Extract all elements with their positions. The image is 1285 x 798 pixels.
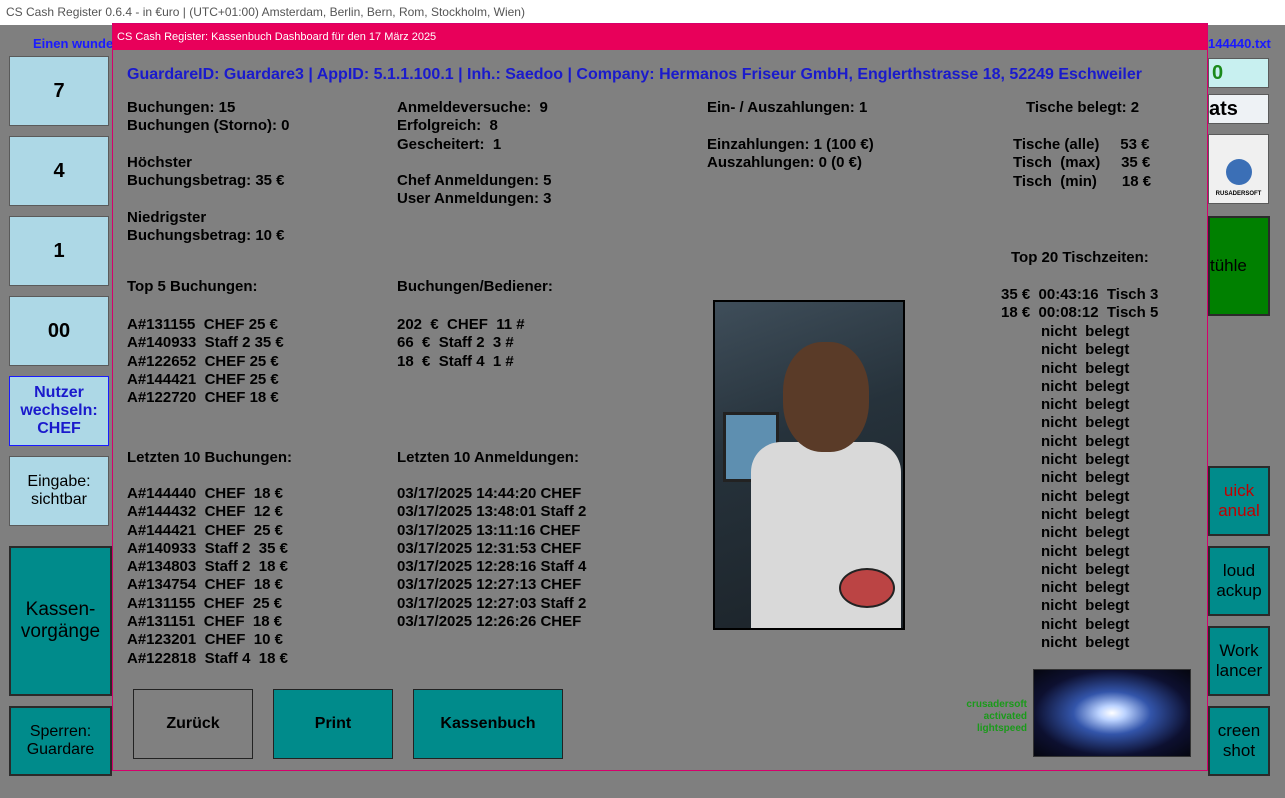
logo-text: RUSADERSOFT xyxy=(1215,191,1262,197)
key-1[interactable]: 1 xyxy=(9,216,109,286)
booking-stats: Buchungen: 15 Buchungen (Storno): 0 Höch… xyxy=(127,99,290,245)
lightspeed-label: crusadersoft activated lightspeed xyxy=(966,699,1027,734)
last10-heading: Letzten 10 Buchungen: xyxy=(127,449,293,466)
kassenvorgaenge-button[interactable]: Kassen-vorgänge xyxy=(9,546,112,696)
dashboard-dialog: CS Cash Register: Kassenbuch Dashboard f… xyxy=(112,23,1208,771)
company-info-line: GuardareID: Guardare3 | AppID: 5.1.1.100… xyxy=(127,66,1142,83)
tischzeiten-rest: nicht belegt nicht belegt nicht belegt n… xyxy=(1041,323,1130,652)
cash-in-out-stats: Ein- / Auszahlungen: 1 Einzahlungen: 1 (… xyxy=(707,99,874,171)
right-value-display: 0 xyxy=(1208,58,1269,88)
stuehle-button[interactable]: tühle xyxy=(1208,216,1270,316)
top5-list: A#131155 CHEF 25 € A#140933 Staff 2 35 €… xyxy=(127,316,284,407)
screenshot-button[interactable]: creen shot xyxy=(1208,706,1270,776)
logins-list: 03/17/2025 14:44:20 CHEF 03/17/2025 13:4… xyxy=(397,485,587,631)
logins-heading: Letzten 10 Anmeldungen: xyxy=(397,449,579,466)
key-00[interactable]: 00 xyxy=(9,296,109,366)
bediener-list: 202 € CHEF 11 # 66 € Staff 2 3 # 18 € St… xyxy=(397,316,525,370)
tischzeiten-top: 35 € 00:43:16 Tisch 3 18 € 00:08:12 Tisc… xyxy=(1001,286,1159,322)
scientist-photo xyxy=(713,300,905,630)
user-switch-button[interactable]: Nutzer wechseln: CHEF xyxy=(9,376,109,446)
park-logo-graphic xyxy=(839,568,895,608)
top5-heading: Top 5 Buchungen: xyxy=(127,278,258,295)
file-name-label: 144440.txt xyxy=(1208,36,1271,51)
window-title: CS Cash Register 0.6.4 - in €uro | (UTC+… xyxy=(6,5,525,19)
back-button[interactable]: Zurück xyxy=(133,689,253,759)
tischzeiten-heading: Top 20 Tischzeiten: xyxy=(1011,249,1149,266)
login-stats: Anmeldeversuche: 9 Erfolgreich: 8 Gesche… xyxy=(397,99,552,208)
last10-list: A#144440 CHEF 18 € A#144432 CHEF 12 € A#… xyxy=(127,485,288,667)
crusadersoft-logo: RUSADERSOFT xyxy=(1208,134,1269,204)
tables-occupied: Tische belegt: 2 xyxy=(1026,99,1140,116)
cloud-backup-button[interactable]: loud ackup xyxy=(1208,546,1270,616)
key-4[interactable]: 4 xyxy=(9,136,109,206)
quick-manual-button[interactable]: uick anual xyxy=(1208,466,1270,536)
work-lancer-button[interactable]: Work lancer xyxy=(1208,626,1270,696)
print-button[interactable]: Print xyxy=(273,689,393,759)
stats-button[interactable]: ats xyxy=(1208,94,1269,124)
sperren-button[interactable]: Sperren: Guardare xyxy=(9,706,112,776)
marquee-text: Einen wunde xyxy=(33,36,114,51)
lightspeed-image xyxy=(1033,669,1191,757)
logo-icon xyxy=(1225,159,1252,185)
window-titlebar: CS Cash Register 0.6.4 - in €uro | (UTC+… xyxy=(0,0,1285,25)
input-visibility-button[interactable]: Eingabe: sichtbar xyxy=(9,456,109,526)
dialog-title: CS Cash Register: Kassenbuch Dashboard f… xyxy=(113,24,1207,50)
kassenbuch-button[interactable]: Kassenbuch xyxy=(413,689,563,759)
table-stats: Tische (alle) 53 € Tisch (max) 35 € Tisc… xyxy=(1013,136,1152,190)
key-7[interactable]: 7 xyxy=(9,56,109,126)
head-graphic xyxy=(783,342,869,452)
bediener-heading: Buchungen/Bediener: xyxy=(397,278,553,295)
